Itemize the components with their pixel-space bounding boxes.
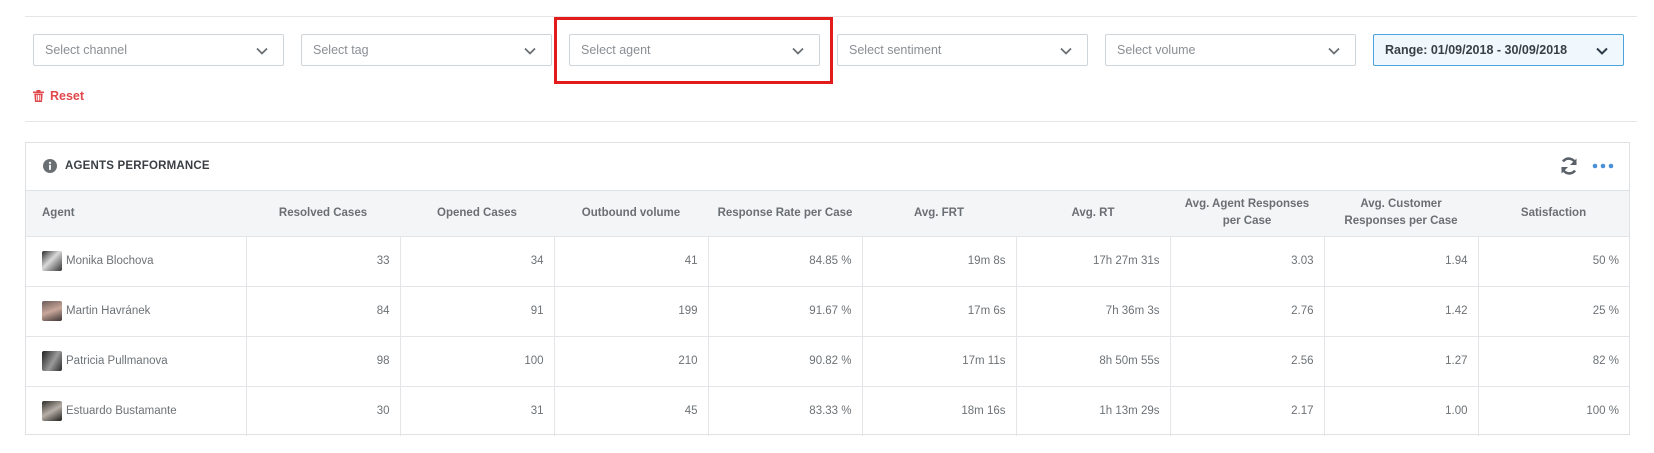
panel-title-text: AGENTS PERFORMANCE xyxy=(65,160,210,172)
agent-select[interactable]: Select agent xyxy=(569,34,820,66)
table-cell: 41 xyxy=(553,236,708,286)
table-cell: 45 xyxy=(553,386,708,436)
column-header[interactable]: Satisfaction xyxy=(1478,191,1629,236)
table-cell: 199 xyxy=(553,286,708,336)
chevron-down-icon xyxy=(1328,47,1340,55)
table-cell: 18m 16s xyxy=(861,386,1016,436)
column-header[interactable]: Avg. FRT xyxy=(862,191,1016,236)
table-cell: 98 xyxy=(245,336,400,386)
chevron-down-icon xyxy=(1060,47,1072,55)
agent-cell: Estuardo Bustamante xyxy=(26,386,246,436)
table-cell: 83.33 % xyxy=(707,386,862,436)
agent-name[interactable]: Patricia Pullmanova xyxy=(66,355,168,367)
agent-name[interactable]: Monika Blochova xyxy=(66,255,154,267)
table-cell: 1.27 xyxy=(1323,336,1478,386)
table-cell: 17m 11s xyxy=(861,336,1016,386)
table-cell: 210 xyxy=(553,336,708,386)
table-cell: 1.94 xyxy=(1323,236,1478,286)
table-cell: 17h 27m 31s xyxy=(1015,236,1170,286)
avatar xyxy=(42,401,62,422)
table-cell: 2.17 xyxy=(1169,386,1324,436)
agent-name[interactable]: Martin Havránek xyxy=(66,305,150,317)
channel-select[interactable]: Select channel xyxy=(33,34,284,66)
table-cell: 84.85 % xyxy=(707,236,862,286)
trash-icon xyxy=(33,90,44,102)
table-cell: 84 xyxy=(245,286,400,336)
agents-table: Agent Resolved Cases Opened Cases Outbou… xyxy=(26,191,1629,436)
column-header[interactable]: Opened Cases xyxy=(400,191,554,236)
volume-select-label: Select volume xyxy=(1117,43,1196,57)
agent-select-label: Select agent xyxy=(581,43,651,57)
column-header[interactable]: Resolved Cases xyxy=(246,191,400,236)
table-row: Monika Blochova 33 34 41 84.85 % 19m 8s … xyxy=(26,236,1629,286)
agent-cell: Monika Blochova xyxy=(26,236,246,286)
chevron-down-icon xyxy=(1596,47,1608,55)
table-cell: 1.42 xyxy=(1323,286,1478,336)
table-row: Patricia Pullmanova 98 100 210 90.82 % 1… xyxy=(26,336,1629,386)
table-cell: 25 % xyxy=(1477,286,1629,336)
column-header[interactable]: Outbound volume xyxy=(554,191,708,236)
table-cell: 30 xyxy=(245,386,400,436)
table-cell: 1.00 xyxy=(1323,386,1478,436)
volume-select[interactable]: Select volume xyxy=(1105,34,1356,66)
top-divider xyxy=(25,16,1637,17)
table-row: Martin Havránek 84 91 199 91.67 % 17m 6s… xyxy=(26,286,1629,336)
table-cell: 82 % xyxy=(1477,336,1629,386)
more-icon[interactable] xyxy=(1591,157,1615,175)
column-header[interactable]: Avg. Agent Responses per Case xyxy=(1170,191,1324,236)
table-cell: 2.76 xyxy=(1169,286,1324,336)
date-range-select[interactable]: Range: 01/09/2018 - 30/09/2018 xyxy=(1373,34,1624,66)
table-cell: 34 xyxy=(399,236,554,286)
table-cell: 2.56 xyxy=(1169,336,1324,386)
agent-name[interactable]: Estuardo Bustamante xyxy=(66,405,177,417)
avatar xyxy=(42,351,62,371)
panel-header: AGENTS PERFORMANCE xyxy=(26,143,1629,191)
table-cell: 91.67 % xyxy=(707,286,862,336)
panel-title: AGENTS PERFORMANCE xyxy=(43,159,210,173)
table-cell: 100 xyxy=(399,336,554,386)
channel-select-label: Select channel xyxy=(45,43,128,57)
table-cell: 7h 36m 3s xyxy=(1015,286,1170,336)
avatar xyxy=(42,301,62,321)
column-header[interactable]: Avg. Customer Responses per Case xyxy=(1324,191,1478,236)
table-cell: 31 xyxy=(399,386,554,436)
agent-cell: Patricia Pullmanova xyxy=(26,336,246,386)
chevron-down-icon xyxy=(256,47,268,55)
table-cell: 91 xyxy=(399,286,554,336)
table-cell: 8h 50m 55s xyxy=(1015,336,1170,386)
info-icon[interactable] xyxy=(43,159,57,173)
table-cell: 90.82 % xyxy=(707,336,862,386)
agents-performance-panel: AGENTS PERFORMANCE Agent Resolved Cases … xyxy=(25,142,1630,436)
column-header[interactable]: Avg. RT xyxy=(1016,191,1170,236)
agent-cell: Martin Havránek xyxy=(26,286,246,336)
table-cell: 50 % xyxy=(1477,236,1629,286)
section-divider xyxy=(25,121,1637,122)
chevron-down-icon xyxy=(792,47,804,55)
table-cell: 19m 8s xyxy=(861,236,1016,286)
date-range-label: Range: 01/09/2018 - 30/09/2018 xyxy=(1385,43,1568,57)
chevron-down-icon xyxy=(524,47,536,55)
sentiment-select-label: Select sentiment xyxy=(849,43,942,57)
table-cell: 17m 6s xyxy=(861,286,1016,336)
column-header[interactable]: Agent xyxy=(26,191,246,236)
tag-select-label: Select tag xyxy=(313,43,369,57)
avatar xyxy=(42,251,62,271)
column-header[interactable]: Response Rate per Case xyxy=(708,191,862,236)
table-cell: 100 % xyxy=(1477,386,1629,436)
reset-button[interactable]: Reset xyxy=(33,89,84,103)
table-cell: 33 xyxy=(245,236,400,286)
tag-select[interactable]: Select tag xyxy=(301,34,552,66)
table-header-row: Agent Resolved Cases Opened Cases Outbou… xyxy=(26,191,1629,236)
table-cell: 3.03 xyxy=(1169,236,1324,286)
reset-label: Reset xyxy=(50,89,85,103)
table-cell: 1h 13m 29s xyxy=(1015,386,1170,436)
table-row: Estuardo Bustamante 30 31 45 83.33 % 18m… xyxy=(26,386,1629,436)
refresh-icon[interactable] xyxy=(1559,156,1579,176)
sentiment-select[interactable]: Select sentiment xyxy=(837,34,1088,66)
filter-bar: Select channel Select tag Select agent S… xyxy=(33,34,1637,66)
